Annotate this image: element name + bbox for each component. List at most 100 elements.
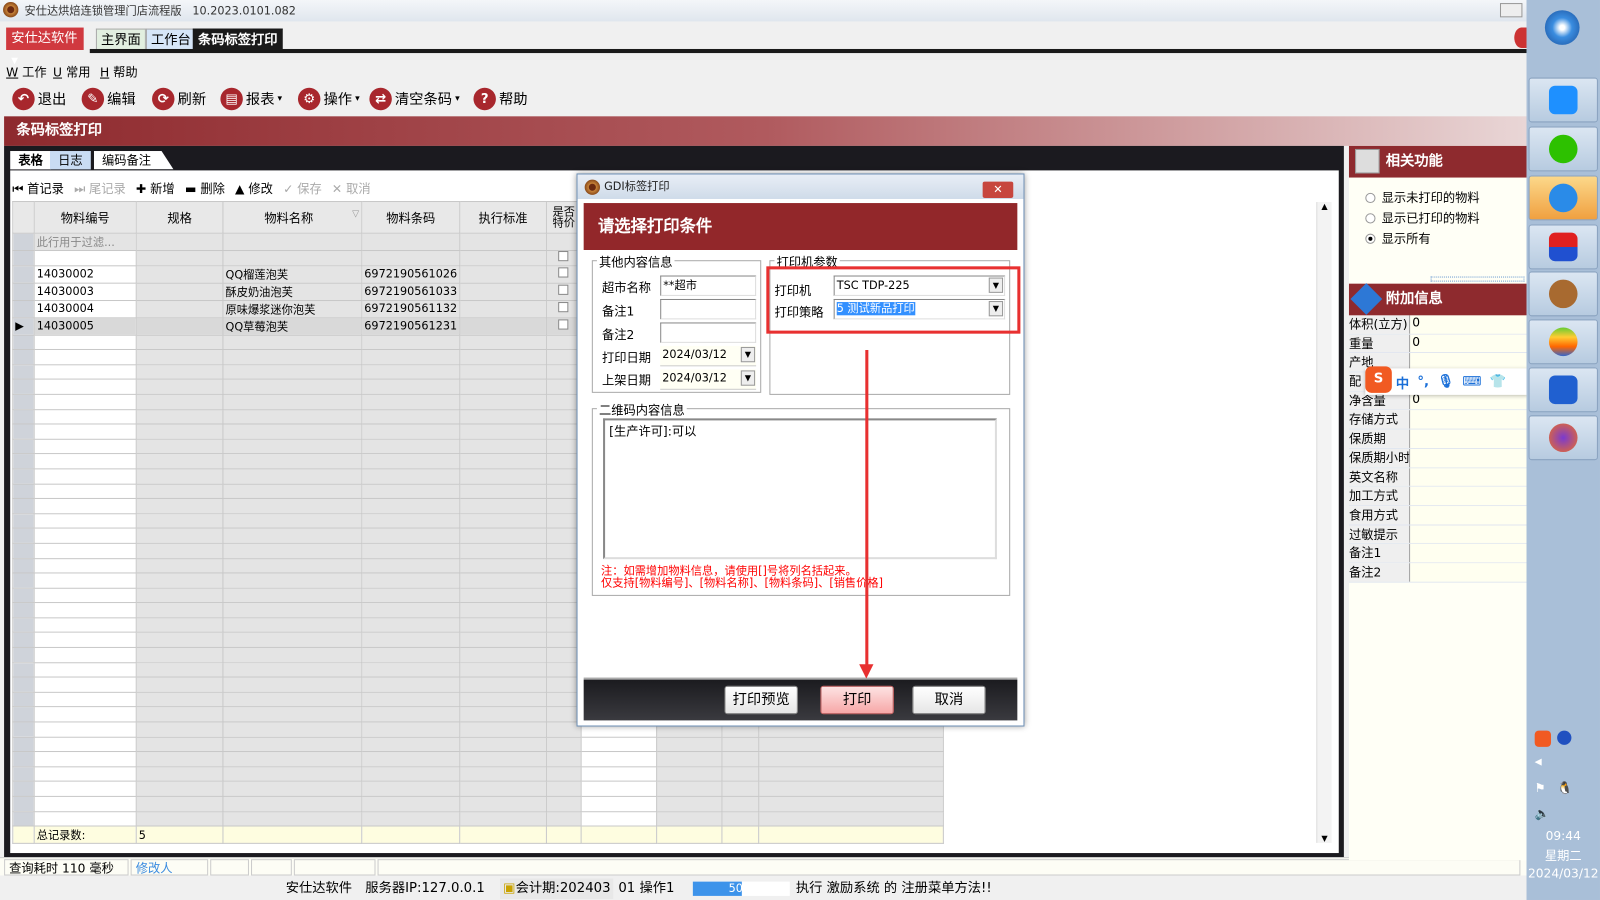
cell-barcode[interactable]: 6972190561231 — [361, 316, 461, 336]
ime-punct[interactable]: °, — [1417, 374, 1429, 389]
cell-barcode[interactable]: 6972190561033 — [361, 282, 461, 301]
special-price-checkbox[interactable] — [558, 319, 569, 330]
radio-icon[interactable] — [1365, 192, 1376, 203]
sogou-tray-icon[interactable] — [1534, 730, 1552, 747]
app-menu-button[interactable]: 安仕达软件 ▾ — [6, 27, 84, 68]
field-value[interactable] — [1410, 544, 1527, 563]
row-indicator[interactable]: ▶ — [12, 316, 35, 336]
subtab-code-notes[interactable]: 编码备注 — [93, 151, 174, 170]
vertical-scrollbar[interactable]: ▲ ▼ — [1316, 202, 1332, 843]
cell-name[interactable]: QQ草莓泡芙 — [222, 316, 363, 336]
field-value[interactable] — [1410, 486, 1527, 505]
report-button[interactable]: ▤ 报表 ▾ — [220, 86, 282, 113]
first-record-button[interactable]: ⏮ 首记录 — [12, 180, 64, 197]
field-value[interactable] — [1410, 505, 1527, 525]
note2-input[interactable] — [660, 322, 757, 343]
minimize-button[interactable] — [1499, 3, 1523, 18]
cell-name[interactable]: QQ榴莲泡芙 — [222, 264, 363, 284]
modify-button[interactable]: ▲ 修改 — [235, 180, 273, 197]
field-value[interactable] — [1410, 525, 1527, 544]
keyboard-icon[interactable]: ⌨ — [1462, 374, 1481, 389]
skin-icon[interactable]: 👕 — [1490, 374, 1507, 389]
taskbar-app-donut[interactable] — [1528, 271, 1598, 317]
start-button[interactable] — [1544, 10, 1580, 45]
cell-standard[interactable] — [459, 299, 547, 318]
col-spec[interactable]: 规格 — [135, 201, 224, 234]
delete-button[interactable]: ▬ 删除 — [185, 180, 225, 197]
cell-standard[interactable] — [459, 316, 547, 336]
save-button[interactable]: ✓ 保存 — [283, 180, 322, 197]
cell-code[interactable]: 14030005 — [33, 316, 137, 336]
checkbox[interactable] — [558, 251, 569, 262]
taskbar-firefox[interactable] — [1528, 415, 1598, 461]
special-price-checkbox[interactable] — [558, 302, 569, 313]
print-preview-button[interactable]: 打印预览 — [724, 685, 798, 715]
menu-help[interactable]: H 帮助 — [100, 63, 138, 80]
last-record-button[interactable]: ⏭ 尾记录 — [74, 180, 126, 197]
filter-input[interactable]: 此行用于过滤... — [33, 232, 137, 252]
menu-work[interactable]: W 工作 — [6, 63, 47, 80]
cell-spec[interactable] — [135, 264, 224, 284]
tab-workbench[interactable]: 工作台 — [145, 28, 196, 50]
taskbar-app-blue[interactable] — [1528, 367, 1598, 413]
row-indicator[interactable] — [12, 282, 35, 301]
edit-button[interactable]: ✎ 编辑 — [81, 86, 136, 113]
row-indicator[interactable] — [12, 299, 35, 318]
cell-barcode[interactable]: 6972190561026 — [361, 264, 461, 284]
cell-code[interactable]: 14030003 — [33, 282, 137, 301]
taskbar-app-apple[interactable] — [1528, 319, 1598, 365]
subtab-table[interactable]: 表格 — [10, 151, 52, 170]
cell-standard[interactable] — [459, 282, 547, 301]
mic-icon[interactable]: 🎙 — [1437, 374, 1454, 389]
special-price-checkbox[interactable] — [558, 267, 569, 278]
tab-main[interactable]: 主界面 — [95, 28, 146, 50]
taskbar-chat[interactable] — [1528, 175, 1598, 221]
cell-spec[interactable] — [135, 316, 224, 336]
col-barcode[interactable]: 物料条码 — [361, 201, 461, 234]
exit-button[interactable]: ↶ 退出 — [12, 86, 66, 113]
special-price-checkbox[interactable] — [558, 284, 569, 295]
taskbar-wechat[interactable] — [1528, 126, 1598, 172]
cell-spec[interactable] — [135, 282, 224, 301]
radio-icon[interactable] — [1365, 233, 1376, 244]
dropdown-arrow-icon[interactable]: ▼ — [740, 346, 756, 363]
splitter[interactable] — [1430, 276, 1525, 282]
qq-icon[interactable]: 🐧 — [1557, 781, 1572, 795]
field-value[interactable] — [1410, 410, 1527, 429]
col-standard[interactable]: 执行标准 — [459, 201, 547, 234]
cell-code[interactable]: 14030002 — [33, 264, 137, 284]
cancel-edit-button[interactable]: ✕ 取消 — [332, 180, 371, 197]
tab-barcode-print[interactable]: 条码标签打印 — [192, 28, 283, 50]
qr-content-textarea[interactable]: [生产许可]:可以 — [603, 418, 997, 560]
field-value[interactable]: 0 — [1410, 315, 1527, 334]
radio-option[interactable]: 显示未打印的物料 — [1365, 189, 1526, 206]
cell-name[interactable]: 原味爆浆迷你泡芙 — [222, 299, 363, 318]
filter-icon[interactable]: ▽ — [352, 209, 359, 219]
dropdown-arrow-icon[interactable]: ▼ — [740, 370, 756, 386]
operate-button[interactable]: ⚙ 操作 ▾ — [297, 86, 360, 113]
taskbar-app-1[interactable] — [1528, 77, 1598, 123]
subtab-log[interactable]: 日志 — [49, 151, 91, 170]
clock-time[interactable]: 09:44 — [1527, 829, 1600, 843]
cell-name[interactable]: 酥皮奶油泡芙 — [222, 282, 363, 301]
cell-barcode[interactable]: 6972190561132 — [361, 299, 461, 318]
volume-icon[interactable]: 🔈 — [1535, 806, 1550, 820]
close-button[interactable]: ✕ — [982, 181, 1014, 198]
row-indicator[interactable] — [12, 264, 35, 284]
cell-code[interactable]: 14030004 — [33, 299, 137, 318]
field-value[interactable] — [1410, 448, 1527, 467]
col-code[interactable]: 物料编号 — [33, 201, 137, 234]
help-button[interactable]: ? 帮助 — [473, 86, 528, 113]
print-date-picker[interactable]: 2024/03/12 ▼ — [660, 345, 757, 367]
print-button[interactable]: 打印 — [820, 685, 894, 715]
menu-common[interactable]: U 常用 — [53, 63, 90, 80]
refresh-button[interactable]: ⟳ 刷新 — [152, 86, 206, 113]
radio-option[interactable]: 显示已打印的物料 — [1365, 209, 1526, 226]
radio-option[interactable]: 显示所有 — [1365, 230, 1526, 247]
clear-barcode-button[interactable]: ⇄ 清空条码 ▾ — [369, 86, 460, 113]
field-value[interactable] — [1410, 467, 1527, 486]
cancel-button[interactable]: 取消 — [912, 685, 986, 715]
ime-toolbar[interactable]: S 中 °, 🎙 ⌨ 👕 — [1365, 366, 1529, 395]
field-value[interactable] — [1410, 563, 1527, 582]
ime-lang[interactable]: 中 — [1396, 372, 1409, 391]
